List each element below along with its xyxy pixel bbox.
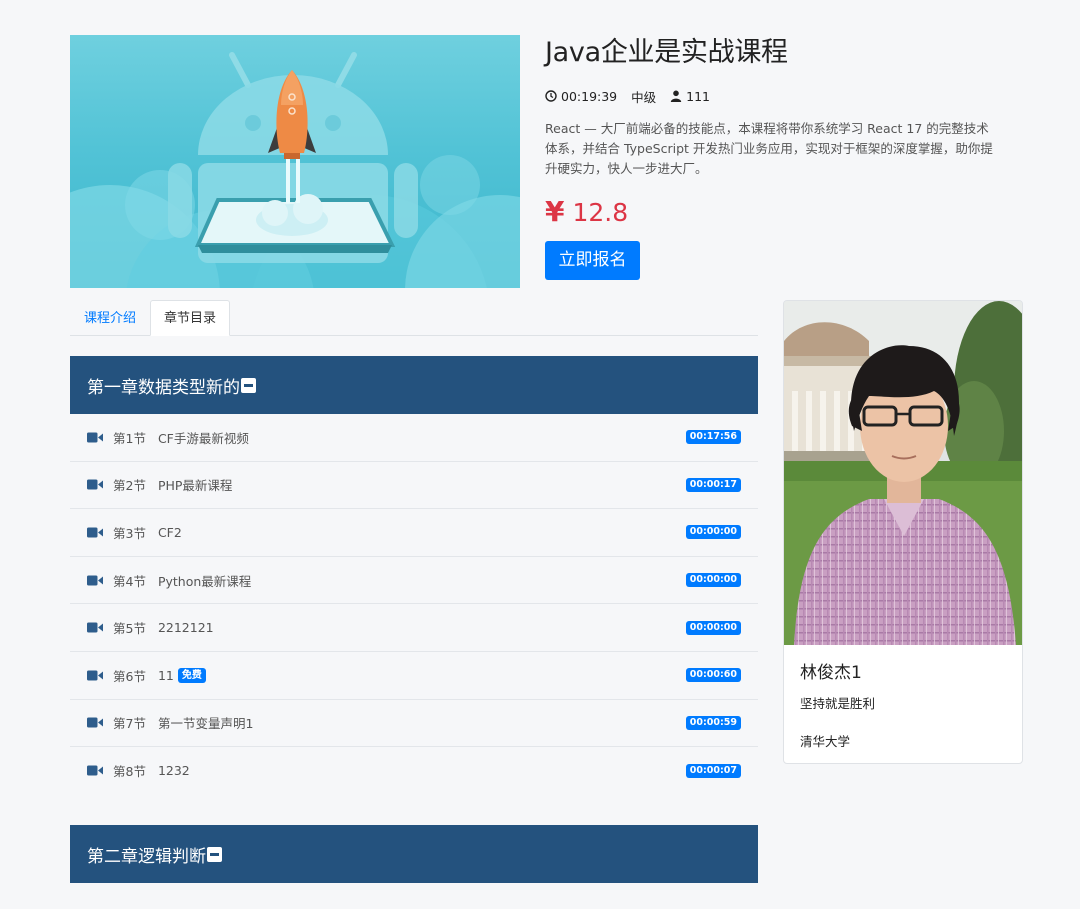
lesson-name: CF手游最新视频 bbox=[158, 428, 686, 447]
lesson-row[interactable]: 第8节 1232 00:00:07 bbox=[70, 747, 758, 795]
lesson-row[interactable]: 第2节 PHP最新课程 00:00:17 bbox=[70, 462, 758, 510]
course-info: Java企业是实战课程 00:19:39 中级 111 React — 大厂前端… bbox=[545, 35, 995, 280]
video-camera-icon bbox=[87, 479, 103, 490]
lesson-name: 11 免费 bbox=[157, 667, 686, 683]
course-title: Java企业是实战课程 bbox=[545, 37, 788, 68]
lesson-row[interactable]: 第5节 2212121 00:00:00 bbox=[70, 604, 758, 652]
lesson-duration: 00:00:59 bbox=[685, 715, 741, 730]
user-icon bbox=[670, 90, 682, 102]
teacher-card: 林俊杰1 坚持就是胜利 清华大学 bbox=[783, 300, 1023, 764]
teacher-name: 林俊杰1 bbox=[800, 663, 862, 683]
teacher-motto: 坚持就是胜利 bbox=[800, 696, 876, 711]
price-symbol: ¥ bbox=[545, 195, 565, 228]
lesson-name: Python最新课程 bbox=[158, 571, 686, 590]
minus-square-icon[interactable] bbox=[241, 377, 256, 393]
lesson-name-text: 2212121 bbox=[157, 620, 214, 636]
lesson-row[interactable]: 第1节 CF手游最新视频 00:17:56 bbox=[70, 414, 758, 462]
price-value: 12.8 bbox=[572, 198, 629, 227]
course-tabs: 课程介绍 章节目录 bbox=[70, 300, 758, 336]
video-camera-icon bbox=[87, 765, 103, 776]
teacher-school: 清华大学 bbox=[800, 734, 851, 749]
lesson-name-text: 11 bbox=[157, 667, 174, 683]
price: ¥ 12.8 bbox=[545, 195, 995, 229]
lesson-number: 第4节 bbox=[113, 573, 146, 589]
duration-meta: 00:19:39 bbox=[545, 89, 617, 104]
students-meta: 111 bbox=[670, 89, 710, 104]
lesson-name: 2212121 bbox=[158, 620, 686, 635]
teacher-info: 林俊杰1 坚持就是胜利 清华大学 bbox=[784, 645, 1022, 763]
video-camera-icon bbox=[87, 622, 103, 633]
lesson-number: 第7节 bbox=[113, 716, 146, 732]
free-badge: 免费 bbox=[177, 667, 206, 683]
lesson-name-text: CF手游最新视频 bbox=[157, 430, 249, 446]
lesson-number: 第1节 bbox=[113, 430, 146, 446]
course-description: React — 大厂前端必备的技能点，本课程将带你系统学习 React 17 的… bbox=[545, 121, 993, 176]
lesson-name-text: PHP最新课程 bbox=[157, 478, 233, 494]
lesson-name-text: 1232 bbox=[157, 763, 190, 779]
lesson-name: PHP最新课程 bbox=[158, 475, 686, 494]
student-count: 111 bbox=[686, 88, 711, 104]
lesson-duration: 00:17:56 bbox=[685, 430, 741, 445]
tab-chapter-list[interactable]: 章节目录 bbox=[150, 300, 231, 336]
lesson-row[interactable]: 第6节 11 免费 00:00:60 bbox=[70, 652, 758, 700]
rocket-illustration bbox=[70, 52, 520, 288]
lesson-row[interactable]: 第3节 CF2 00:00:00 bbox=[70, 509, 758, 557]
chapter-header[interactable]: 第二章逻辑判断 bbox=[70, 825, 758, 883]
course-cover-image bbox=[70, 35, 520, 288]
lesson-name-text: Python最新课程 bbox=[157, 573, 252, 589]
lesson-duration: 00:00:00 bbox=[685, 525, 741, 540]
lesson-number: 第8节 bbox=[113, 764, 146, 780]
chapter-title: 第二章逻辑判断 bbox=[87, 846, 206, 867]
video-camera-icon bbox=[87, 717, 103, 728]
course-duration: 00:19:39 bbox=[561, 88, 618, 104]
clock-icon bbox=[545, 90, 557, 102]
lesson-name: 1232 bbox=[158, 763, 686, 778]
lesson-duration: 00:00:07 bbox=[685, 763, 741, 778]
video-camera-icon bbox=[87, 432, 103, 443]
video-camera-icon bbox=[87, 575, 103, 586]
level-meta: 中级 bbox=[631, 87, 656, 106]
lesson-name: 第一节变量声明1 bbox=[158, 713, 686, 732]
course-detail-page: Java企业是实战课程 00:19:39 中级 111 React — 大厂前端… bbox=[0, 0, 1080, 909]
course-meta: 00:19:39 中级 111 bbox=[545, 87, 995, 105]
course-level: 中级 bbox=[631, 89, 657, 105]
video-camera-icon bbox=[87, 670, 103, 681]
lesson-number: 第6节 bbox=[113, 668, 146, 684]
lesson-number: 第2节 bbox=[113, 478, 146, 494]
chapter-header[interactable]: 第一章数据类型新的 bbox=[70, 356, 758, 414]
minus-square-icon[interactable] bbox=[207, 846, 222, 862]
enroll-button[interactable]: 立即报名 bbox=[545, 241, 640, 280]
tab-course-intro[interactable]: 课程介绍 bbox=[70, 300, 150, 336]
lesson-name-text: CF2 bbox=[157, 524, 182, 540]
lesson-number: 第5节 bbox=[113, 621, 146, 637]
teacher-photo bbox=[784, 301, 1022, 645]
lesson-row[interactable]: 第7节 第一节变量声明1 00:00:59 bbox=[70, 700, 758, 748]
lesson-duration: 00:00:00 bbox=[685, 573, 741, 588]
lesson-number: 第3节 bbox=[113, 525, 146, 541]
video-camera-icon bbox=[87, 527, 103, 538]
lesson-name: CF2 bbox=[158, 525, 686, 540]
lesson-list: 第1节 CF手游最新视频 00:17:56 第2节 PHP最新课程 00:00:… bbox=[70, 414, 758, 795]
lesson-duration: 00:00:60 bbox=[685, 668, 741, 683]
lesson-duration: 00:00:00 bbox=[685, 620, 741, 635]
lesson-name-text: 第一节变量声明1 bbox=[157, 716, 254, 732]
lesson-row[interactable]: 第4节 Python最新课程 00:00:00 bbox=[70, 557, 758, 605]
chapter-title: 第一章数据类型新的 bbox=[87, 377, 240, 398]
lesson-duration: 00:00:17 bbox=[685, 477, 741, 492]
